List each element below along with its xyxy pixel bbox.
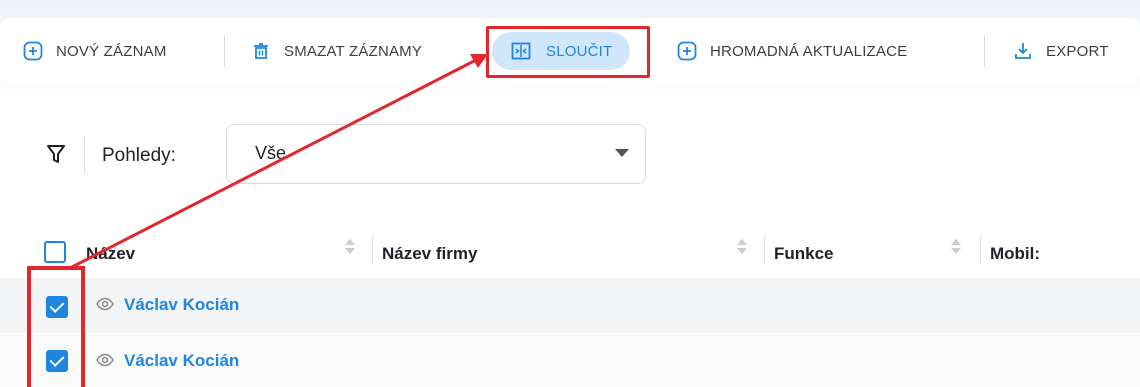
select-all-checkbox[interactable] (44, 241, 66, 263)
delete-records-button[interactable]: SMAZAT ZÁZNAMY (250, 31, 422, 71)
merge-icon (510, 40, 532, 62)
row-checkbox[interactable] (46, 296, 68, 318)
table-header (0, 232, 1140, 278)
table-row[interactable]: Václav Kocián (0, 334, 1140, 387)
toolbar-divider (224, 35, 225, 67)
column-header-company[interactable]: Název firmy (382, 244, 477, 264)
table-row[interactable]: Václav Kocián (0, 278, 1140, 333)
column-divider (980, 236, 981, 264)
merge-label: SLOUČIT (546, 42, 613, 60)
filter-divider (84, 137, 85, 173)
chevron-down-icon (615, 149, 629, 157)
export-label: EXPORT (1046, 42, 1109, 60)
bulk-update-button[interactable]: HROMADNÁ AKTUALIZACE (676, 31, 907, 71)
plus-circle-icon (22, 40, 44, 62)
column-divider (372, 236, 373, 264)
sort-icon[interactable] (737, 238, 747, 256)
row-checkbox[interactable] (46, 350, 68, 372)
export-button[interactable]: EXPORT (1012, 31, 1109, 71)
download-icon (1012, 40, 1034, 62)
sort-icon[interactable] (345, 238, 355, 256)
trash-icon (250, 40, 272, 62)
filter-icon[interactable] (46, 144, 66, 166)
plus-circle-icon (676, 40, 698, 62)
new-record-label: NOVÝ ZÁZNAM (56, 42, 167, 60)
new-record-button[interactable]: NOVÝ ZÁZNAM (22, 31, 167, 71)
column-header-function[interactable]: Funkce (774, 244, 834, 264)
views-select[interactable]: Vše (226, 124, 646, 184)
column-divider (764, 236, 765, 264)
record-name-link[interactable]: Václav Kocián (124, 351, 239, 371)
sort-icon[interactable] (951, 238, 961, 256)
bulk-update-label: HROMADNÁ AKTUALIZACE (710, 42, 908, 60)
eye-icon[interactable] (96, 297, 114, 311)
merge-button[interactable]: SLOUČIT (492, 32, 631, 70)
toolbar-divider (984, 35, 985, 67)
column-header-name[interactable]: Název (86, 244, 135, 264)
delete-records-label: SMAZAT ZÁZNAMY (284, 42, 423, 60)
views-select-value: Vše (255, 143, 287, 163)
column-header-mobile[interactable]: Mobil: (990, 244, 1040, 264)
views-label: Pohledy: (102, 145, 176, 166)
record-name-link[interactable]: Václav Kocián (124, 295, 239, 315)
eye-icon[interactable] (96, 353, 114, 367)
